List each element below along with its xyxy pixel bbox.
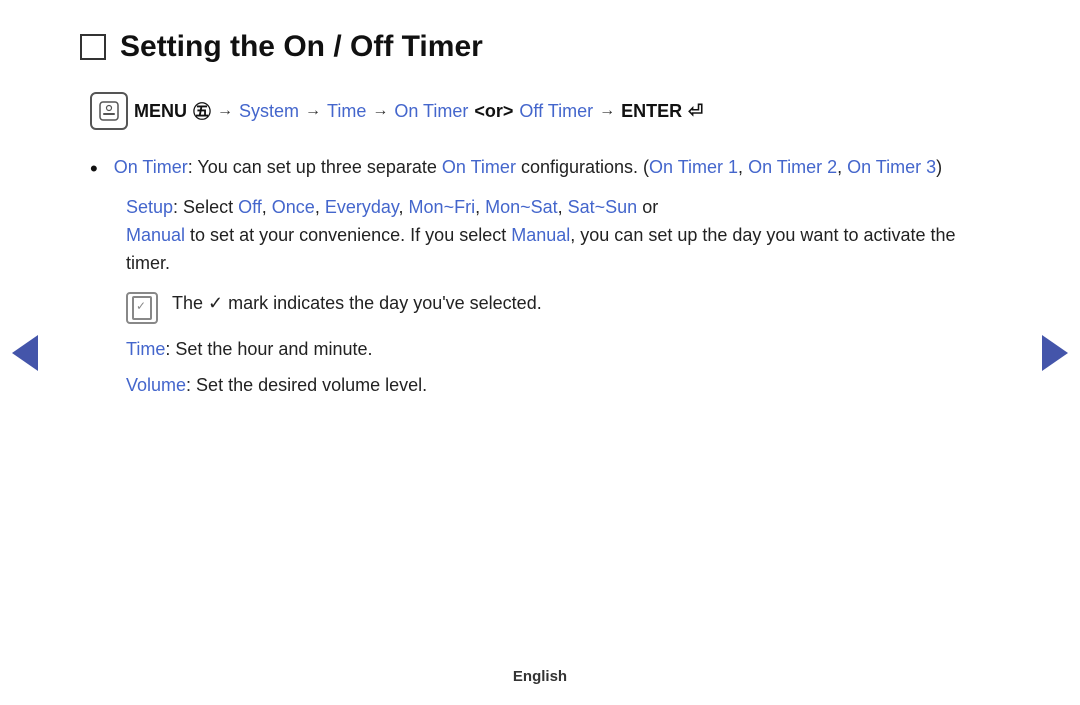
off-timer-menu-label: Off Timer — [519, 101, 593, 122]
on-timer-desc1: : You can set up three separate — [188, 157, 442, 177]
prev-page-button[interactable] — [10, 328, 40, 378]
time-sub-label: Time — [126, 339, 165, 359]
page-title: Setting the On / Off Timer — [120, 30, 483, 64]
note-icon — [126, 292, 158, 324]
menu-suffix: ㊄ — [193, 98, 211, 124]
setup-label: Setup — [126, 197, 173, 217]
footer: English — [0, 668, 1080, 685]
time-item: Time: Set the hour and minute. — [126, 336, 1000, 364]
enter-label: ENTER — [621, 101, 682, 122]
on-timer-desc2: configurations. ( — [516, 157, 649, 177]
mon-sat-option: Mon~Sat — [485, 197, 558, 217]
on-timer-menu-label: On Timer — [394, 101, 468, 122]
left-arrow-icon — [12, 335, 38, 371]
volume-label: Volume — [126, 375, 186, 395]
arrow-3: → — [372, 102, 388, 120]
bullet-dot: • — [90, 156, 98, 182]
comma3: , — [262, 197, 272, 217]
once-option: Once — [272, 197, 315, 217]
menu-path: MENU ㊄ → System → Time → On Timer <or> O… — [90, 92, 1000, 130]
comma7: , — [558, 197, 568, 217]
note-row: The ✓ mark indicates the day you've sele… — [126, 290, 1000, 324]
setup-desc: : Select — [173, 197, 238, 217]
next-page-button[interactable] — [1040, 328, 1070, 378]
comma6: , — [475, 197, 485, 217]
enter-icon: ⏎ — [688, 101, 703, 122]
on-timer-3: On Timer 3 — [847, 157, 936, 177]
or-word: or — [637, 197, 658, 217]
right-arrow-icon — [1042, 335, 1068, 371]
comma5: , — [399, 197, 409, 217]
on-timer-mid: On Timer — [442, 157, 516, 177]
comma4: , — [315, 197, 325, 217]
off-option: Off — [238, 197, 262, 217]
sat-sun-option: Sat~Sun — [568, 197, 638, 217]
manual-desc1: to set at your convenience. If you selec… — [185, 225, 511, 245]
arrow-4: → — [599, 102, 615, 120]
on-timer-bullet: • On Timer: You can set up three separat… — [90, 154, 1000, 182]
on-timer-2: On Timer 2 — [748, 157, 837, 177]
comma1: , — [738, 157, 748, 177]
everyday-option: Everyday — [325, 197, 399, 217]
system-label: System — [239, 101, 299, 122]
footer-language: English — [513, 668, 567, 685]
arrow-2: → — [305, 102, 321, 120]
on-timer-1: On Timer 1 — [649, 157, 738, 177]
setup-item: Setup: Select Off, Once, Everyday, Mon~F… — [126, 194, 1000, 278]
arrow-1: → — [217, 102, 233, 120]
content-area: • On Timer: You can set up three separat… — [90, 154, 1000, 399]
time-desc: : Set the hour and minute. — [165, 339, 372, 359]
on-timer-close: ) — [936, 157, 942, 177]
menu-label: MENU — [134, 101, 187, 122]
manual-label-2: Manual — [511, 225, 570, 245]
checkbox-icon — [80, 34, 106, 60]
on-timer-label: On Timer — [114, 157, 188, 177]
mon-fri-option: Mon~Fri — [409, 197, 476, 217]
title-row: Setting the On / Off Timer — [80, 30, 1000, 64]
volume-item: Volume: Set the desired volume level. — [126, 372, 1000, 400]
comma2: , — [837, 157, 847, 177]
volume-desc: : Set the desired volume level. — [186, 375, 427, 395]
note-text: The ✓ mark indicates the day you've sele… — [172, 290, 542, 318]
time-label: Time — [327, 101, 366, 122]
on-timer-text: On Timer: You can set up three separate … — [114, 154, 942, 182]
page-container: Setting the On / Off Timer MENU ㊄ → Syst… — [0, 0, 1080, 705]
manual-label: Manual — [126, 225, 185, 245]
or-label: <or> — [474, 101, 513, 122]
menu-remote-icon — [90, 92, 128, 130]
